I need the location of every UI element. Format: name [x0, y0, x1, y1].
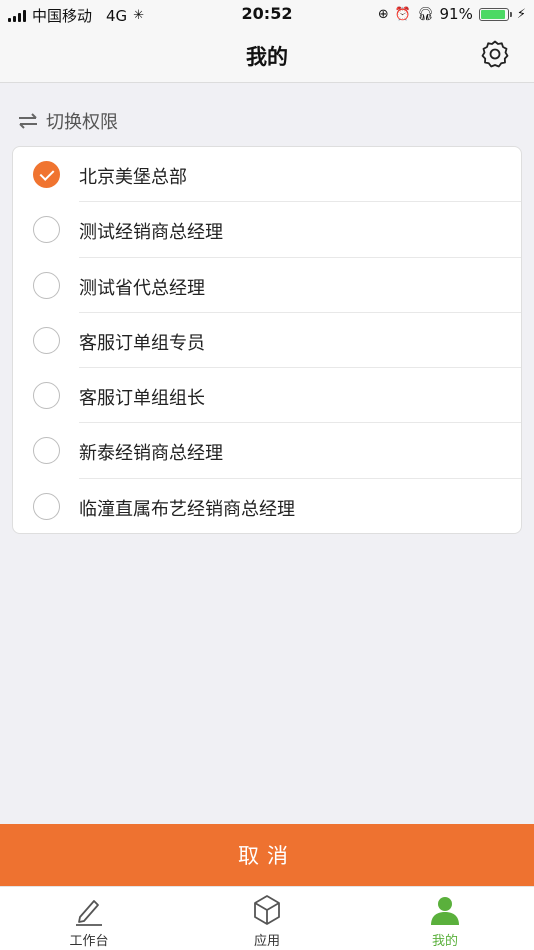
- role-label: 测试经销商总经理: [79, 222, 223, 244]
- battery-icon: [478, 7, 512, 21]
- cube-icon: [254, 895, 280, 925]
- radio-button[interactable]: [33, 216, 60, 244]
- page-title: 我的: [246, 45, 288, 69]
- person-icon: [431, 897, 459, 925]
- tab-bar: 工作台 应用 我的: [0, 886, 534, 950]
- pen-icon: [76, 900, 102, 926]
- section-header: 切换权限: [18, 108, 118, 134]
- status-right: ⊕ ⏰ 🎧︎ 91% ⚡: [378, 5, 526, 23]
- role-label: 北京美堡总部: [79, 167, 187, 188]
- battery-percent: 91%: [439, 5, 473, 23]
- rotation-lock-icon: ⊕: [377, 6, 389, 22]
- alarm-icon: ⏰: [394, 6, 411, 22]
- charging-icon: ⚡: [516, 6, 526, 22]
- radio-button[interactable]: [33, 437, 60, 465]
- role-label: 临潼直属布艺经销商总经理: [79, 498, 295, 520]
- role-label: 测试省代总经理: [79, 277, 205, 299]
- tab-workbench[interactable]: 工作台: [29, 893, 149, 949]
- role-label: 客服订单组组长: [79, 388, 205, 410]
- tab-label: 工作台: [69, 934, 109, 949]
- gear-icon[interactable]: [480, 39, 510, 69]
- role-item[interactable]: 测试省代总经理: [13, 258, 521, 313]
- radio-button[interactable]: [33, 326, 60, 354]
- tab-apps[interactable]: 应用: [207, 893, 327, 949]
- tab-mine[interactable]: 我的: [385, 893, 505, 949]
- role-item[interactable]: 北京美堡总部: [13, 147, 521, 203]
- role-item[interactable]: 新泰经销商总经理: [13, 423, 521, 479]
- radio-button[interactable]: [33, 492, 60, 520]
- radio-button[interactable]: [33, 271, 60, 299]
- role-item[interactable]: 测试经销商总经理: [13, 202, 521, 258]
- status-bar: 中国移动 4G ✳ 20:52 ⊕ ⏰ 🎧︎ 91% ⚡: [0, 0, 534, 28]
- role-item[interactable]: 临潼直属布艺经销商总经理: [13, 479, 521, 534]
- role-label: 新泰经销商总经理: [79, 443, 223, 465]
- nav-bar: 我的: [0, 28, 534, 83]
- role-item[interactable]: 客服订单组组长: [13, 368, 521, 424]
- tab-label: 我的: [431, 934, 458, 949]
- role-label: 客服订单组专员: [79, 332, 205, 354]
- headphones-icon: 🎧︎: [417, 6, 434, 22]
- cancel-button[interactable]: 取消: [0, 824, 534, 886]
- tab-label: 应用: [253, 934, 280, 949]
- radio-button[interactable]: [33, 382, 60, 410]
- role-list: 北京美堡总部 测试经销商总经理 测试省代总经理 客服订单组专员 客服订单组组长 …: [12, 146, 522, 534]
- swap-arrows-icon: [19, 113, 37, 129]
- section-title: 切换权限: [46, 112, 118, 133]
- role-item[interactable]: 客服订单组专员: [13, 313, 521, 369]
- radio-button[interactable]: [33, 161, 60, 188]
